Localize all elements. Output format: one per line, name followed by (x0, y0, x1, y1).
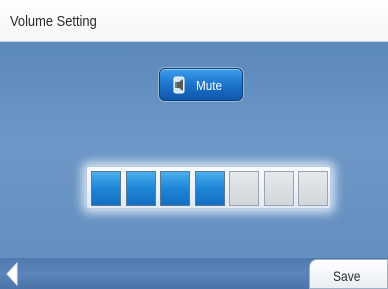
volume-segment-7[interactable] (298, 171, 328, 206)
volume-segment-3[interactable] (160, 171, 190, 206)
settings-panel: Mute (0, 42, 388, 258)
page-title: Volume Setting (10, 13, 97, 30)
volume-setting-screen: Volume Setting Mute Save (0, 0, 388, 289)
volume-bar[interactable] (86, 166, 331, 209)
bottom-bar: Save (0, 258, 388, 289)
speaker-icon (173, 76, 185, 94)
volume-segment-4[interactable] (194, 171, 225, 206)
back-arrow-icon (6, 262, 18, 286)
volume-segment-2[interactable] (125, 171, 156, 206)
mute-button[interactable]: Mute (159, 68, 243, 101)
back-button[interactable] (0, 258, 40, 289)
mute-label: Mute (196, 78, 223, 93)
save-label: Save (333, 268, 361, 284)
volume-segment-1[interactable] (91, 171, 121, 206)
save-button[interactable]: Save (309, 259, 388, 289)
title-bar: Volume Setting (0, 0, 388, 42)
volume-segment-5[interactable] (229, 171, 259, 206)
volume-segment-6[interactable] (263, 171, 294, 206)
